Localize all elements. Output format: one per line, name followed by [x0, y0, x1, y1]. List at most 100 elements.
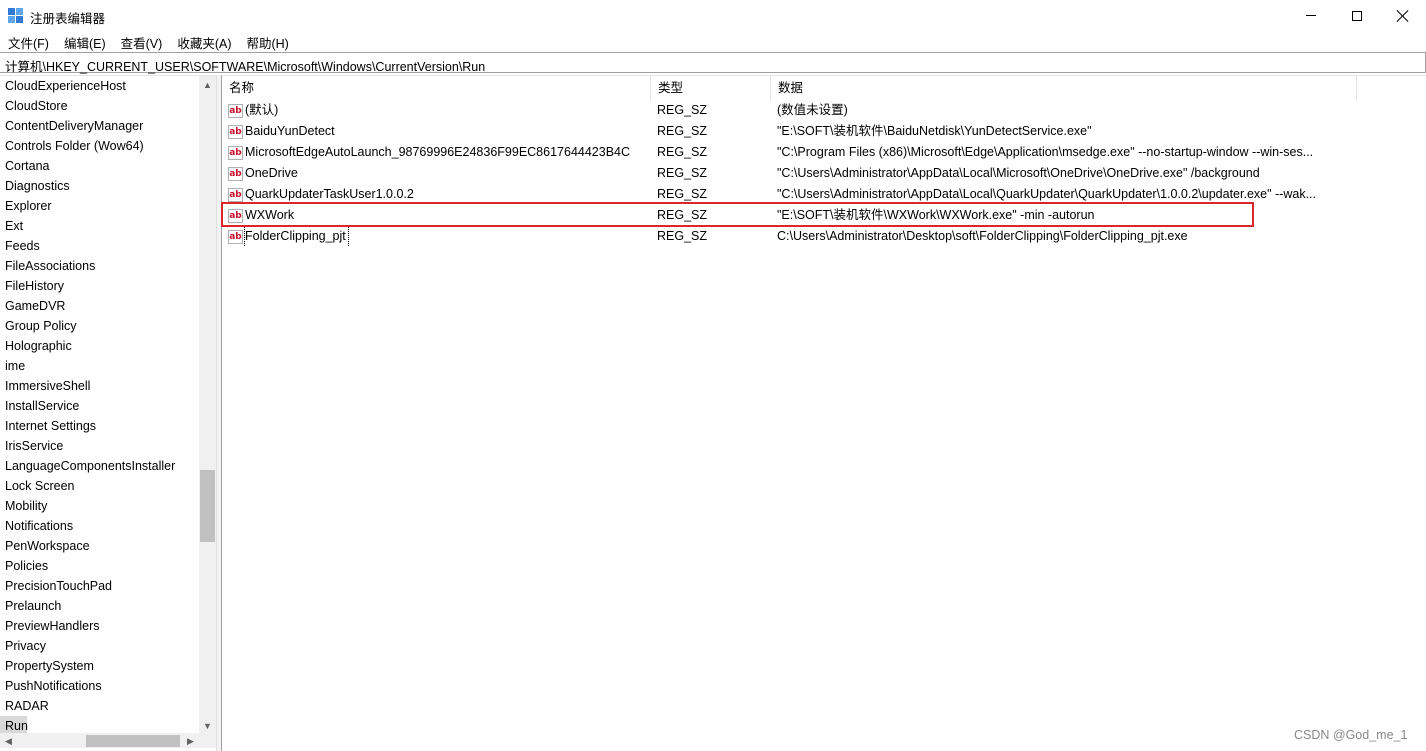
value-data: C:\Users\Administrator\Desktop\soft\Fold… [777, 229, 1188, 243]
menu-view[interactable]: 查看(V) [113, 31, 170, 51]
scroll-thumb[interactable] [200, 470, 215, 542]
close-button[interactable] [1380, 0, 1426, 31]
value-name: WXWork [245, 208, 295, 222]
value-type: REG_SZ [657, 103, 708, 117]
menu-edit[interactable]: 编辑(E) [56, 31, 113, 51]
tree-item[interactable]: FileHistory [0, 276, 198, 296]
tree-item[interactable]: PropertySystem [0, 656, 198, 676]
value-data: "C:\Users\Administrator\AppData\Local\Mi… [777, 166, 1260, 180]
string-value-icon: ab [228, 124, 243, 139]
tree-item[interactable]: Internet Settings [0, 416, 198, 436]
table-row[interactable]: ab BaiduYunDetect REG_SZ "E:\SOFT\装机软件\Baid… [222, 121, 1426, 142]
table-row[interactable]: ab FolderClipping_pjt REG_SZ C:\Users\Admin… [222, 226, 1426, 247]
tree-item[interactable]: Lock Screen [0, 476, 198, 496]
table-row[interactable]: ab (默认) REG_SZ (数值未设置) [222, 100, 1426, 121]
value-name: OneDrive [245, 166, 298, 180]
tree-item[interactable]: Ext [0, 216, 198, 236]
string-value-icon: ab [228, 145, 243, 160]
tree-item[interactable]: Privacy [0, 636, 198, 656]
value-type: REG_SZ [657, 208, 708, 222]
column-header-data[interactable]: 数据 [771, 76, 1357, 100]
minimize-icon [1306, 15, 1316, 16]
string-value-icon: ab [228, 103, 243, 118]
scroll-down-icon[interactable]: ▼ [199, 717, 216, 734]
tree-item[interactable]: PushNotifications [0, 676, 198, 696]
table-row[interactable]: ab MicrosoftEdgeAutoLaunch_98769996E24836… [222, 142, 1426, 163]
scroll-left-icon[interactable]: ◀ [0, 733, 17, 748]
watermark: CSDN @God_me_1 [1294, 728, 1408, 742]
tree-item[interactable]: InstallService [0, 396, 198, 416]
tree-item[interactable]: Notifications [0, 516, 198, 536]
value-type: REG_SZ [657, 124, 708, 138]
tree-item[interactable]: ime [0, 356, 198, 376]
value-type: REG_SZ [657, 166, 708, 180]
tree-item[interactable]: Controls Folder (Wow64) [0, 136, 198, 156]
scroll-thumb-horizontal[interactable] [86, 735, 180, 747]
table-row[interactable]: ab WXWork REG_SZ "E:\SOFT\装机软件\WXWork\WXWor… [222, 205, 1426, 226]
tree-vertical-scrollbar[interactable]: ▲ ▼ [199, 76, 216, 734]
tree-item[interactable]: PenWorkspace [0, 536, 198, 556]
tree-item[interactable]: CloudExperienceHost [0, 76, 198, 96]
tree-item[interactable]: ContentDeliveryManager [0, 116, 198, 136]
menu-help[interactable]: 帮助(H) [238, 31, 295, 51]
tree-item[interactable]: Explorer [0, 196, 198, 216]
value-data: "C:\Program Files (x86)\Microsoft\Edge\A… [777, 145, 1314, 159]
maximize-button[interactable] [1334, 0, 1380, 31]
maximize-icon [1352, 10, 1362, 21]
table-row[interactable]: ab OneDrive REG_SZ "C:\Users\Administrator\… [222, 163, 1426, 184]
value-name-cell: ab FolderClipping_pjt [228, 226, 648, 247]
tree-item[interactable]: FileAssociations [0, 256, 198, 276]
values-list: 名称 类型 数据 ab (默认) REG_SZ (数值未设置) ab BaiduYunDe… [221, 75, 1426, 751]
menu-bar: 文件(F) 编辑(E) 查看(V) 收藏夹(A) 帮助(H) [0, 31, 1426, 51]
value-name-cell: ab MicrosoftEdgeAutoLaunch_98769996E24836… [228, 142, 648, 163]
window-title: 注册表编辑器 [30, 12, 106, 26]
menu-file[interactable]: 文件(F) [0, 31, 56, 51]
close-icon [1397, 10, 1409, 22]
tree-item[interactable]: PreviewHandlers [0, 616, 198, 636]
tree-item[interactable]: Policies [0, 556, 198, 576]
tree-item[interactable]: Diagnostics [0, 176, 198, 196]
scroll-up-icon[interactable]: ▲ [199, 76, 216, 93]
string-value-icon: ab [228, 229, 243, 244]
tree-item[interactable]: PrecisionTouchPad [0, 576, 198, 596]
value-name: (默认) [245, 103, 279, 117]
value-type: REG_SZ [657, 187, 708, 201]
value-rows: ab (默认) REG_SZ (数值未设置) ab BaiduYunDetect REG_S… [222, 100, 1426, 247]
column-header-type[interactable]: 类型 [651, 76, 771, 100]
tree-item[interactable]: Mobility [0, 496, 198, 516]
tree-item[interactable]: Feeds [0, 236, 198, 256]
value-data: "C:\Users\Administrator\AppData\Local\Qu… [777, 187, 1316, 201]
tree-item[interactable]: Group Policy [0, 316, 198, 336]
string-value-icon: ab [228, 166, 243, 181]
table-row[interactable]: ab QuarkUpdaterTaskUser1.0.0.2 REG_SZ "C:\U… [222, 184, 1426, 205]
key-tree: CloudExperienceHost CloudStore ContentDeli… [0, 75, 216, 748]
value-name-cell: ab WXWork [228, 205, 648, 226]
minimize-button[interactable] [1288, 0, 1334, 31]
value-name: BaiduYunDetect [245, 124, 335, 138]
tree-item[interactable]: Holographic [0, 336, 198, 356]
tree-item[interactable]: GameDVR [0, 296, 198, 316]
tree-item[interactable]: CloudStore [0, 96, 198, 116]
value-data: "E:\SOFT\装机软件\WXWork\WXWork.exe" -min -a… [777, 208, 1095, 222]
tree-list: CloudExperienceHost CloudStore ContentDeli… [0, 76, 198, 736]
column-header-name[interactable]: 名称 [222, 76, 651, 100]
tree-item[interactable]: ImmersiveShell [0, 376, 198, 396]
value-name-cell: ab QuarkUpdaterTaskUser1.0.0.2 [228, 184, 648, 205]
registry-icon [8, 8, 24, 24]
value-data: "E:\SOFT\装机软件\BaiduNetdisk\YunDetectServ… [777, 124, 1092, 138]
tree-item[interactable]: IrisService [0, 436, 198, 456]
scroll-right-icon[interactable]: ▶ [182, 733, 199, 748]
string-value-icon: ab [228, 208, 243, 223]
tree-item[interactable]: RADAR [0, 696, 198, 716]
tree-item[interactable]: Prelaunch [0, 596, 198, 616]
address-bar[interactable]: 计算机\HKEY_CURRENT_USER\SOFTWARE\Microsoft… [0, 52, 1426, 74]
menu-favorites[interactable]: 收藏夹(A) [169, 31, 238, 51]
string-value-icon: ab [228, 187, 243, 202]
tree-horizontal-scrollbar[interactable]: ◀ ▶ [0, 733, 199, 748]
value-name: FolderClipping_pjt [244, 226, 349, 247]
value-data: (数值未设置) [777, 103, 848, 117]
tree-item[interactable]: Cortana [0, 156, 198, 176]
tree-item[interactable]: LanguageComponentsInstaller [0, 456, 198, 476]
value-name: MicrosoftEdgeAutoLaunch_98769996E24836F9… [245, 145, 631, 159]
title-bar: 注册表编辑器 [0, 0, 1426, 31]
